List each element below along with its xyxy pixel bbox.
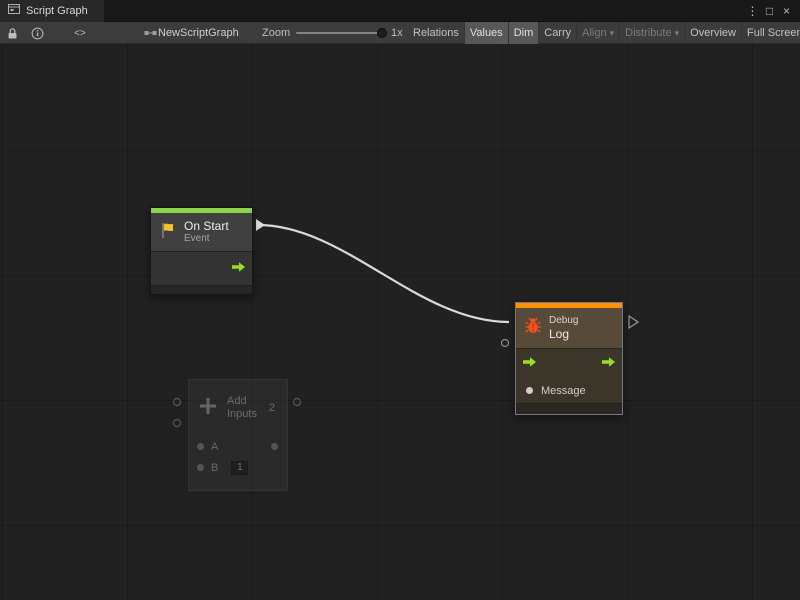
port-b-value-field[interactable]: 1 xyxy=(231,461,248,475)
values-button[interactable]: Values xyxy=(465,22,509,44)
relations-button[interactable]: Relations xyxy=(408,22,465,44)
chevron-down-icon: ▾ xyxy=(675,28,680,39)
ghost-header: Add Inputs 2 xyxy=(189,380,287,436)
graph-name[interactable]: NewScriptGraph xyxy=(158,22,239,44)
bug-icon xyxy=(524,316,542,340)
message-port-outer-circle[interactable] xyxy=(502,340,509,347)
input-port-b[interactable] xyxy=(197,464,204,471)
zoom-slider-handle[interactable] xyxy=(377,28,387,38)
input-count: 2 xyxy=(269,402,279,414)
align-button[interactable]: Align ▾ xyxy=(577,22,620,44)
ghost-title-line1: Add xyxy=(227,395,257,408)
port-row-a: A xyxy=(189,436,287,457)
debug-flow-output-outer-arrow[interactable] xyxy=(629,316,638,328)
output-port[interactable] xyxy=(271,443,278,450)
flow-output-port[interactable] xyxy=(231,260,246,278)
dim-button[interactable]: Dim xyxy=(509,22,540,44)
lock-icon[interactable] xyxy=(2,22,22,44)
graph-asset-icon xyxy=(140,22,160,44)
zoom-slider-track[interactable] xyxy=(296,32,382,34)
message-port-label: Message xyxy=(541,385,586,397)
flow-port-row xyxy=(516,348,622,378)
window-controls: ⋮ □ × xyxy=(744,1,800,21)
titlebar: Script Graph ⋮ □ × xyxy=(0,0,800,22)
connection-wire[interactable] xyxy=(258,225,509,322)
node-on-start[interactable]: On Start Event xyxy=(150,207,253,295)
maximize-icon[interactable]: □ xyxy=(761,1,778,21)
port-b-label: B xyxy=(211,462,218,474)
zoom-label: Zoom xyxy=(262,22,290,44)
node-subtitle: Event xyxy=(184,233,229,245)
fullscreen-button[interactable]: Full Screen xyxy=(742,22,800,44)
node-debug-log[interactable]: Debug Log Message xyxy=(515,302,623,415)
message-port-row: Message xyxy=(516,378,622,403)
tab-script-graph[interactable]: Script Graph xyxy=(0,0,104,22)
node-footer xyxy=(516,403,622,414)
info-icon[interactable] xyxy=(27,22,47,44)
chevron-down-icon: ▾ xyxy=(610,28,615,39)
align-label: Align xyxy=(582,27,606,39)
node-header: On Start Event xyxy=(151,213,252,251)
flag-icon xyxy=(159,221,177,244)
distribute-label: Distribute xyxy=(625,27,671,39)
message-input-port[interactable] xyxy=(526,387,533,394)
zoom-value: 1x xyxy=(391,22,403,44)
menu-icon[interactable]: ⋮ xyxy=(744,1,761,21)
node-add-ghost[interactable]: Add Inputs 2 A B 1 xyxy=(188,379,288,491)
flow-output-port[interactable] xyxy=(601,355,616,373)
wire-start-arrow xyxy=(256,219,265,231)
tab-title: Script Graph xyxy=(26,5,88,17)
graph-canvas[interactable]: On Start Event xyxy=(0,44,800,600)
toolbar-buttons: Relations Values Dim Carry Align ▾ Distr… xyxy=(408,22,800,44)
code-icon[interactable]: <> xyxy=(70,22,90,44)
carry-button[interactable]: Carry xyxy=(539,22,577,44)
node-title: Log xyxy=(549,327,578,341)
input-port-a[interactable] xyxy=(197,443,204,450)
node-body xyxy=(151,251,252,285)
node-title: On Start xyxy=(184,219,229,233)
port-row-b: B 1 xyxy=(189,457,287,478)
ghost-title-line2: Inputs xyxy=(227,408,257,421)
plus-icon xyxy=(197,395,219,422)
close-icon[interactable]: × xyxy=(778,1,795,21)
node-footer xyxy=(151,285,252,294)
distribute-button[interactable]: Distribute ▾ xyxy=(620,22,685,44)
graph-toolbar: <> NewScriptGraph Zoom 1x Relations Valu… xyxy=(0,22,800,44)
overview-button[interactable]: Overview xyxy=(685,22,742,44)
wire-layer xyxy=(0,44,800,600)
node-category: Debug xyxy=(549,315,578,327)
node-header: Debug Log xyxy=(516,308,622,348)
flow-input-port[interactable] xyxy=(522,355,537,373)
script-graph-icon xyxy=(8,3,20,18)
port-a-label: A xyxy=(211,441,218,453)
